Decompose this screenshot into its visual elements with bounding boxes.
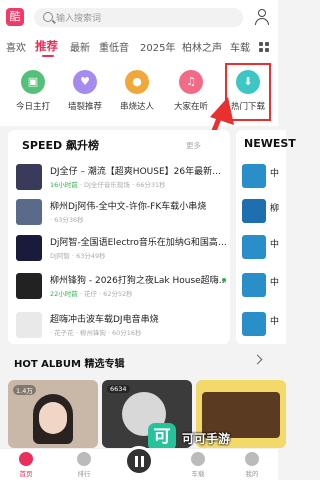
song-row[interactable]: DJ全仔 – 潮流【超爽HOUSE】26年最新… 16小时前 · DJ全仔音乐现…	[16, 164, 226, 194]
play-count: 1.4万	[13, 385, 36, 395]
person-icon: ●	[125, 70, 149, 94]
profile-icon	[245, 452, 259, 466]
song-row[interactable]: 柳州Dj阿伟-全中文-许你-FK车载小串烧 · 63分36秒	[16, 199, 226, 229]
nav-home[interactable]: 首页	[6, 452, 46, 478]
tab-bass[interactable]: 重低音	[99, 39, 129, 54]
album-card[interactable]: 6634	[102, 380, 192, 448]
song-cover	[16, 235, 42, 261]
shortcut-recommend[interactable]: ♥ 墙裂推荐	[58, 70, 112, 112]
active-tab-indicator	[42, 55, 54, 57]
search-placeholder: 输入搜索词	[56, 14, 102, 24]
song-row[interactable]: 超嗨冲击波车载DJ电音串烧 · 花子花 · 柳州锋狗 · 60分16秒	[16, 312, 226, 342]
car-icon	[191, 452, 205, 466]
chevron-right-icon[interactable]	[252, 354, 263, 365]
watermark-text: 可可手游	[182, 432, 231, 446]
song-cover	[16, 164, 42, 190]
song-row[interactable]: Dj阿智-全国语Electro音乐在加纳G和国高… DJ阿智 · 63分49秒	[16, 235, 226, 265]
new-dot	[222, 278, 226, 282]
song-cover	[16, 199, 42, 225]
list-item[interactable]: 中	[242, 273, 282, 299]
tab-recommend[interactable]: 推荐	[35, 38, 58, 54]
list-item[interactable]: 中	[242, 312, 282, 338]
tab-berlin[interactable]: 柏林之声	[182, 39, 222, 54]
shortcut-medley[interactable]: ● 串烧达人	[110, 70, 164, 112]
top-bar: 酷 输入搜索词	[0, 0, 278, 34]
search-input[interactable]: 输入搜索词	[34, 8, 243, 27]
nav-profile[interactable]: 我的	[232, 452, 272, 478]
tab-newest[interactable]: 最新	[70, 39, 90, 54]
user-icon[interactable]	[253, 8, 271, 26]
app-logo[interactable]: 酷	[6, 8, 24, 26]
thumbs-up-icon: ♥	[73, 70, 97, 94]
album-card[interactable]: 1.4万	[8, 380, 98, 448]
tab-car[interactable]: 车载	[230, 39, 250, 54]
trophy-icon	[77, 452, 91, 466]
list-item[interactable]: 中	[242, 164, 282, 190]
album-section-title: HOT ALBUM 精选专辑	[14, 359, 125, 370]
tab-2025[interactable]: 2025年	[140, 39, 175, 54]
calendar-icon: ▣	[21, 70, 45, 94]
grid-icon[interactable]	[259, 42, 270, 53]
song-cover	[16, 273, 42, 299]
watermark-logo: 可	[148, 423, 176, 451]
list-item[interactable]: 中	[242, 235, 282, 261]
shortcut-today[interactable]: ▣ 今日主打	[6, 70, 60, 112]
section-title: SPEED 飙升榜	[22, 139, 99, 152]
home-icon	[19, 452, 33, 466]
speed-chart-card: SPEED 飙升榜 更多 DJ全仔 – 潮流【超爽HOUSE】26年最新… 16…	[8, 130, 230, 344]
play-pause-button[interactable]	[124, 446, 154, 476]
more-link[interactable]: 更多	[186, 140, 201, 151]
list-item[interactable]: 柳	[242, 199, 282, 225]
section-title: NEWEST	[244, 137, 296, 150]
song-cover	[16, 312, 42, 338]
nav-car[interactable]: 车载	[178, 452, 218, 478]
category-tabs: 喜欢 推荐 最新 重低音 2025年 柏林之声 车载	[0, 34, 278, 60]
tab-favorites[interactable]: 喜欢	[6, 39, 26, 54]
nav-ranking[interactable]: 排行	[64, 452, 104, 478]
newest-card: NEWEST 中 柳 中 中 中	[236, 130, 296, 344]
play-count: 6634	[107, 385, 130, 393]
search-icon	[43, 12, 53, 22]
song-row[interactable]: 柳州锋狗 - 2026打狗之夜Lak House超嗨… 22小时前 · 花仔 ·…	[16, 273, 226, 303]
headphones-icon: ♫	[179, 70, 203, 94]
